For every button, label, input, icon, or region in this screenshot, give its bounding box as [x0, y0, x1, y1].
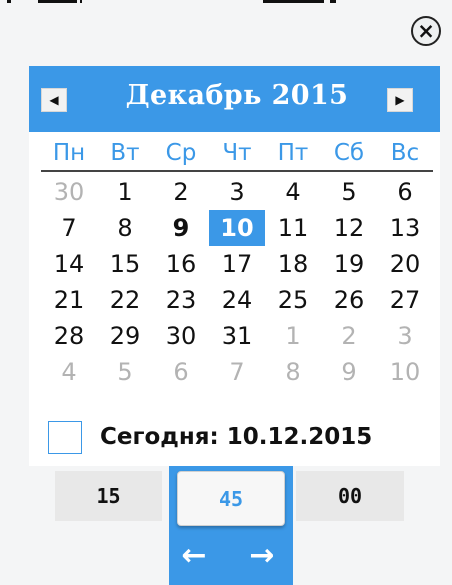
calendar-panel: ◀ Декабрь 2015 ▶ Пн Вт Ср Чт Пт Сб Вс 30…: [29, 66, 440, 466]
calendar-day[interactable]: 22: [97, 282, 153, 318]
calendar-day[interactable]: 19: [321, 246, 377, 282]
prev-month-button[interactable]: ◀: [41, 88, 67, 112]
calendar-day[interactable]: 2: [153, 174, 209, 210]
second-button[interactable]: 00: [296, 471, 404, 521]
month-title: Декабрь 2015: [125, 80, 349, 111]
calendar-day[interactable]: 13: [377, 210, 433, 246]
calendar-day[interactable]: 7: [41, 210, 97, 246]
calendar-day[interactable]: 20: [377, 246, 433, 282]
calendar-day[interactable]: 18: [265, 246, 321, 282]
arrow-left-icon[interactable]: ←: [177, 541, 211, 571]
calendar-day[interactable]: 23: [153, 282, 209, 318]
calendar-day[interactable]: 9: [153, 210, 209, 246]
calendar-day[interactable]: 17: [209, 246, 265, 282]
weekday-fri: Пт: [277, 139, 309, 166]
time-selector: 15 45 00 ← →: [0, 466, 452, 585]
days-grid: 30 1 2 3 4 5 6 7 8 9 10 11 12 13 14 15 16 17 18 19 20 21 22 23 2…: [41, 174, 433, 390]
triangle-left-icon: ◀: [49, 93, 59, 107]
calendar-day[interactable]: 10: [377, 354, 433, 390]
calendar-day[interactable]: 28: [41, 318, 97, 354]
calendar-day[interactable]: 4: [41, 354, 97, 390]
calendar-day[interactable]: 11: [265, 210, 321, 246]
calendar-day[interactable]: 8: [265, 354, 321, 390]
weekday-thu: Чт: [222, 139, 252, 166]
calendar-day[interactable]: 5: [97, 354, 153, 390]
calendar-day[interactable]: 14: [41, 246, 97, 282]
calendar-day[interactable]: 8: [97, 210, 153, 246]
weekday-mon: Пн: [52, 139, 86, 166]
calendar-day[interactable]: 15: [97, 246, 153, 282]
calendar-day[interactable]: 30: [41, 174, 97, 210]
calendar-day[interactable]: 6: [377, 174, 433, 210]
calendar-day[interactable]: 29: [97, 318, 153, 354]
calendar-day[interactable]: 16: [153, 246, 209, 282]
calendar-day[interactable]: 26: [321, 282, 377, 318]
calendar-day[interactable]: 5: [321, 174, 377, 210]
calendar-day[interactable]: 31: [209, 318, 265, 354]
calendar-day[interactable]: 25: [265, 282, 321, 318]
calendar-day[interactable]: 21: [41, 282, 97, 318]
calendar-day[interactable]: 1: [265, 318, 321, 354]
calendar-day[interactable]: 9: [321, 354, 377, 390]
calendar-day[interactable]: 3: [377, 318, 433, 354]
calendar-day[interactable]: 12: [321, 210, 377, 246]
today-label[interactable]: Сегодня: 10.12.2015: [100, 424, 372, 450]
weekday-sun: Вс: [390, 139, 420, 166]
weekday-tue: Вт: [110, 139, 140, 166]
weekday-sat: Сб: [333, 139, 365, 166]
calendar-day[interactable]: 24: [209, 282, 265, 318]
today-checkbox[interactable]: [48, 420, 82, 454]
top-cut-decoration: [0, 0, 452, 7]
next-month-button[interactable]: ▶: [387, 88, 413, 112]
calendar-day[interactable]: 27: [377, 282, 433, 318]
triangle-right-icon: ▶: [395, 93, 405, 107]
minute-button[interactable]: 45: [177, 471, 285, 526]
calendar-day[interactable]: 7: [209, 354, 265, 390]
close-icon: ×: [417, 18, 435, 43]
calendar-day[interactable]: 3: [209, 174, 265, 210]
calendar-day[interactable]: 1: [97, 174, 153, 210]
calendar-day[interactable]: 10: [209, 210, 265, 246]
calendar-day[interactable]: 2: [321, 318, 377, 354]
arrow-right-icon[interactable]: →: [245, 541, 279, 571]
hour-button[interactable]: 15: [55, 471, 162, 521]
calendar-header: ◀ Декабрь 2015 ▶: [29, 66, 440, 132]
calendar-day[interactable]: 4: [265, 174, 321, 210]
close-button[interactable]: ×: [411, 16, 441, 46]
weekday-header: Пн Вт Ср Чт Пт Сб Вс: [41, 136, 433, 172]
today-row[interactable]: Сегодня: 10.12.2015: [48, 420, 436, 454]
calendar-day[interactable]: 30: [153, 318, 209, 354]
weekday-wed: Ср: [165, 139, 197, 166]
calendar-day[interactable]: 6: [153, 354, 209, 390]
